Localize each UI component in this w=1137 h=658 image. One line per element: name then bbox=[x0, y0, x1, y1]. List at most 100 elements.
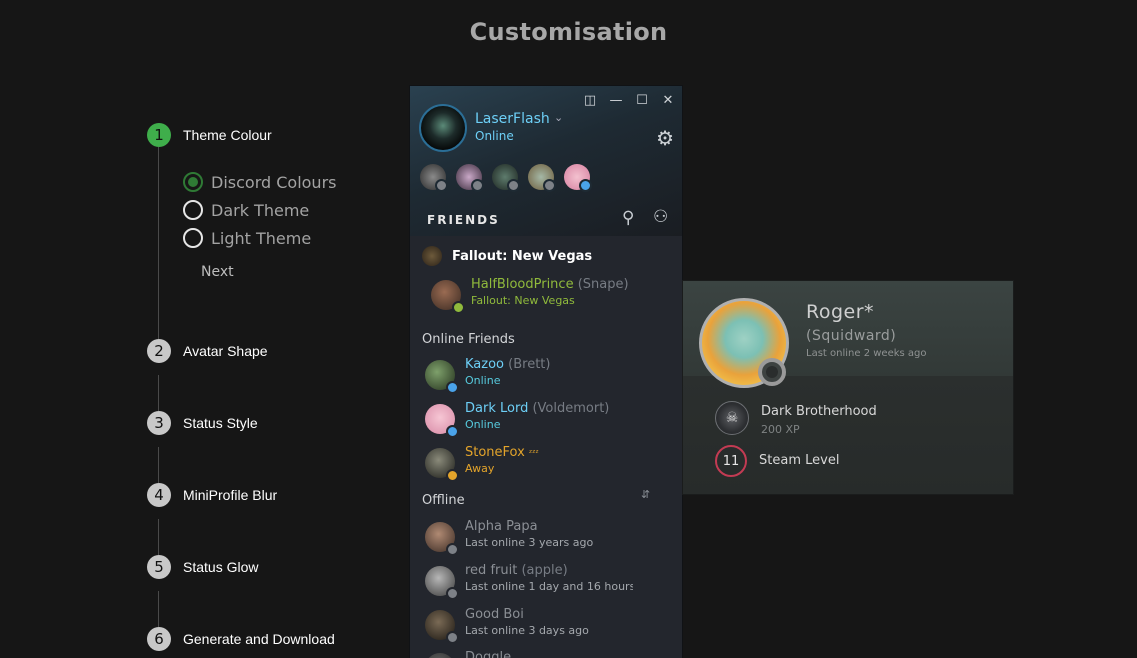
friend-nickname: (apple) bbox=[521, 563, 568, 578]
friend-name: HalfBloodPrince bbox=[471, 277, 574, 292]
friend-status: Last online 3 years ago bbox=[465, 536, 594, 549]
step-theme-colour[interactable]: 1 Theme Colour bbox=[147, 123, 272, 147]
online-friends-title[interactable]: Online Friends bbox=[422, 332, 515, 347]
radio[interactable] bbox=[183, 228, 203, 248]
favorite-avatar[interactable] bbox=[420, 164, 448, 192]
step-connector bbox=[158, 375, 159, 411]
user-status: Online bbox=[475, 129, 514, 143]
step-status-glow[interactable]: 5 Status Glow bbox=[147, 555, 258, 579]
step-miniprofile-blur[interactable]: 4 MiniProfile Blur bbox=[147, 483, 277, 507]
friend-name: red fruit bbox=[465, 563, 518, 578]
status-dot bbox=[446, 425, 459, 438]
step-number: 4 bbox=[147, 483, 171, 507]
step-generate-download[interactable]: 6 Generate and Download bbox=[147, 627, 335, 651]
step-label: Status Glow bbox=[183, 559, 259, 575]
game-title: Fallout: New Vegas bbox=[452, 248, 593, 264]
badge-xp: 200 XP bbox=[761, 423, 800, 436]
step-connector bbox=[158, 447, 159, 483]
favorite-avatar[interactable] bbox=[528, 164, 556, 192]
dock-icon[interactable]: ◫ bbox=[582, 92, 598, 108]
mini-profile-name: Roger* bbox=[806, 301, 875, 323]
list-item[interactable]: Good Boi Last online 3 days ago bbox=[425, 607, 675, 645]
status-dot bbox=[446, 381, 459, 394]
friends-list: Fallout: New Vegas HalfBloodPrince (Snap… bbox=[410, 236, 682, 658]
friend-name: Good Boi bbox=[465, 607, 524, 622]
game-icon bbox=[422, 246, 442, 266]
status-dot bbox=[446, 543, 459, 556]
step-label: Avatar Shape bbox=[183, 343, 268, 359]
badge-icon: ☠ bbox=[715, 401, 749, 435]
list-item[interactable]: red fruit (apple) Last online 1 day and … bbox=[425, 563, 675, 601]
status-indicator bbox=[758, 358, 786, 386]
maximize-icon[interactable]: ☐ bbox=[634, 92, 650, 108]
friend-name: Alpha Papa bbox=[465, 519, 538, 534]
friend-status: Fallout: New Vegas bbox=[471, 294, 575, 307]
list-item[interactable]: Alpha Papa Last online 3 years ago bbox=[425, 519, 675, 557]
sleep-icon: ᶻᶻᶻ bbox=[528, 449, 539, 459]
status-dot bbox=[452, 301, 465, 314]
sort-icon[interactable]: ⇵ bbox=[641, 488, 650, 501]
badge-name: Dark Brotherhood bbox=[761, 404, 877, 419]
friend-name: Kazoo bbox=[465, 357, 504, 372]
friend-status: Last online 1 day and 16 hours ago bbox=[465, 580, 633, 593]
mini-profile-nickname: (Squidward) bbox=[806, 328, 897, 344]
option-light-theme[interactable]: Light Theme bbox=[183, 224, 336, 252]
option-label: Dark Theme bbox=[211, 200, 310, 220]
friends-window: ◫ — ☐ ✕ LaserFlash ⌄ Online ⚙ FRIENDS ⚲ … bbox=[409, 85, 683, 658]
step-label: MiniProfile Blur bbox=[183, 487, 278, 503]
list-item[interactable]: Dark Lord (Voldemort) Online bbox=[425, 401, 675, 439]
step-label: Status Style bbox=[183, 415, 258, 431]
radio[interactable] bbox=[183, 200, 203, 220]
list-item[interactable]: StoneFox ᶻᶻᶻ Away bbox=[425, 445, 675, 483]
status-dot bbox=[446, 631, 459, 644]
search-icon[interactable]: ⚲ bbox=[622, 208, 634, 228]
step-number: 1 bbox=[147, 123, 171, 147]
page-title: Customisation bbox=[469, 18, 668, 46]
favorite-avatar[interactable] bbox=[456, 164, 484, 192]
friend-name: StoneFox bbox=[465, 445, 525, 460]
step-connector bbox=[158, 591, 159, 627]
user-avatar[interactable] bbox=[419, 104, 467, 152]
list-item[interactable]: HalfBloodPrince (Snape) Fallout: New Veg… bbox=[431, 277, 681, 315]
stepper: 1 Theme Colour Discord Colours Dark Them… bbox=[147, 123, 387, 657]
friends-header: ◫ — ☐ ✕ LaserFlash ⌄ Online ⚙ FRIENDS ⚲ … bbox=[410, 86, 682, 236]
mini-profile: Roger* (Squidward) Last online 2 weeks a… bbox=[682, 280, 1014, 495]
radio-checked[interactable] bbox=[183, 172, 203, 192]
favorite-avatar[interactable] bbox=[564, 164, 592, 192]
gear-icon[interactable]: ⚙ bbox=[656, 126, 674, 150]
friend-status: Online bbox=[465, 374, 501, 387]
step-number: 3 bbox=[147, 411, 171, 435]
step-label: Generate and Download bbox=[183, 631, 335, 647]
steam-level-badge: 11 bbox=[715, 445, 747, 477]
next-button[interactable]: Next bbox=[201, 264, 234, 280]
option-label: Discord Colours bbox=[211, 172, 337, 192]
chevron-down-icon[interactable]: ⌄ bbox=[554, 111, 563, 124]
offline-title[interactable]: Offline bbox=[422, 493, 465, 508]
friend-status: Last online 3 days ago bbox=[465, 624, 589, 637]
status-dot bbox=[446, 587, 459, 600]
step-number: 5 bbox=[147, 555, 171, 579]
favorite-avatar[interactable] bbox=[492, 164, 520, 192]
step-number: 2 bbox=[147, 339, 171, 363]
avatar bbox=[425, 653, 455, 658]
friends-section-label: FRIENDS bbox=[427, 213, 500, 227]
window-controls: ◫ — ☐ ✕ bbox=[582, 92, 676, 108]
friend-nickname: (Voldemort) bbox=[532, 401, 610, 416]
step-avatar-shape[interactable]: 2 Avatar Shape bbox=[147, 339, 268, 363]
favorites-bar bbox=[420, 164, 592, 192]
option-label: Light Theme bbox=[211, 228, 312, 248]
mini-profile-last-online: Last online 2 weeks ago bbox=[806, 348, 927, 359]
close-icon[interactable]: ✕ bbox=[660, 92, 676, 108]
step-label: Theme Colour bbox=[183, 127, 272, 143]
add-friend-icon[interactable]: ⚇ bbox=[653, 207, 668, 227]
minimize-icon[interactable]: — bbox=[608, 92, 624, 108]
step-status-style[interactable]: 3 Status Style bbox=[147, 411, 258, 435]
friend-status: Online bbox=[465, 418, 501, 431]
game-group-header[interactable]: Fallout: New Vegas bbox=[422, 246, 592, 266]
user-name[interactable]: LaserFlash bbox=[475, 111, 550, 127]
option-dark-theme[interactable]: Dark Theme bbox=[183, 196, 336, 224]
list-item[interactable]: Kazoo (Brett) Online bbox=[425, 357, 675, 395]
option-discord-colours[interactable]: Discord Colours bbox=[183, 168, 336, 196]
friend-nickname: (Brett) bbox=[508, 357, 551, 372]
theme-options: Discord Colours Dark Theme Light Theme bbox=[183, 168, 336, 252]
